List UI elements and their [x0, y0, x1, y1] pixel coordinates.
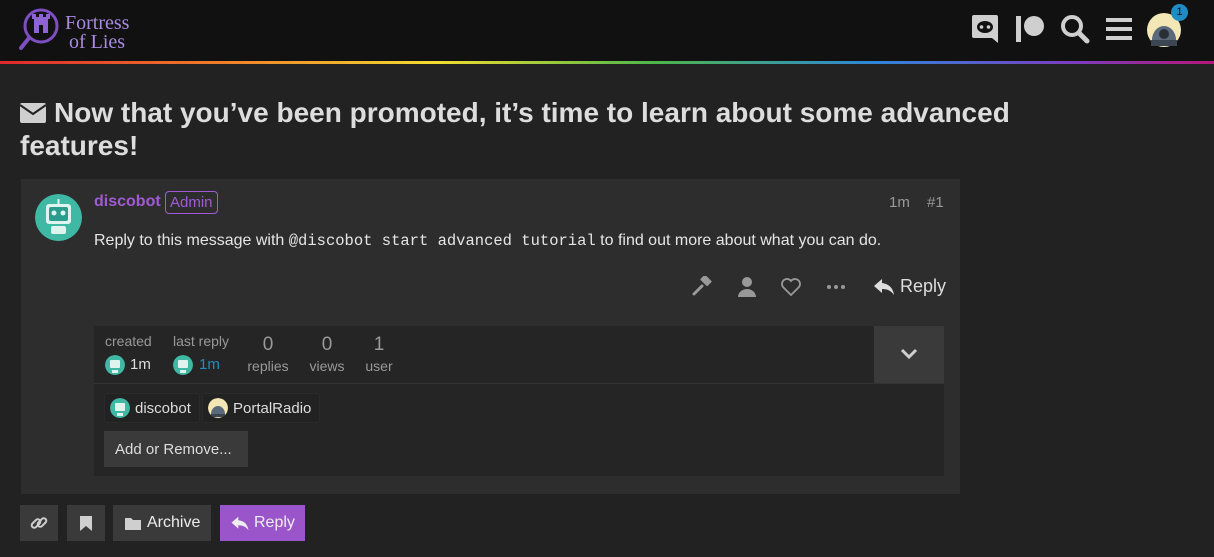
last-reply-avatar [173, 355, 193, 375]
header-rainbow-bar [0, 61, 1214, 64]
post-body-code: @discobot start advanced tutorial [288, 232, 596, 250]
envelope-icon [20, 103, 46, 123]
user-icon[interactable] [736, 276, 758, 298]
participant-portalradio[interactable]: PortalRadio [202, 393, 320, 423]
post-number[interactable]: #1 [927, 194, 944, 211]
add-remove-label: Add or Remove... [115, 441, 232, 458]
notification-badge[interactable]: 1 [1171, 4, 1188, 21]
archive-label: Archive [147, 514, 201, 531]
topic-map: created 1m last reply 1m 0 replies 0 vie… [94, 326, 944, 476]
topic-title: Now that you’ve been promoted, it’s time… [20, 96, 1030, 162]
last-reply-value[interactable]: 1m [199, 356, 220, 373]
more-options-icon[interactable] [825, 276, 847, 298]
topic-reply-button[interactable]: Reply [220, 505, 305, 541]
post: discobot Admin 1m #1 Reply to this messa… [21, 179, 960, 494]
views-count: 0 [321, 334, 333, 355]
site-header: Fortress of Lies 1 [0, 0, 1214, 61]
users-count: 1 [373, 334, 385, 355]
post-body: Reply to this message with @discobot sta… [94, 232, 881, 250]
share-link-button[interactable] [20, 505, 58, 541]
post-body-text-2: to find out more about what you can do. [595, 232, 882, 249]
post-reply-label: Reply [900, 276, 947, 296]
discobot-avatar[interactable] [35, 194, 82, 241]
chevron-down-icon [900, 348, 918, 360]
patreon-icon[interactable] [1015, 14, 1045, 44]
logo-text[interactable]: Fortress of Lies [65, 13, 155, 53]
replies-count: 0 [262, 334, 274, 355]
topic-map-summary[interactable]: created 1m last reply 1m 0 replies 0 vie… [94, 326, 874, 383]
archive-button[interactable]: Archive [113, 505, 211, 541]
discord-icon[interactable] [971, 14, 1001, 44]
admin-badge: Admin [165, 191, 218, 214]
reply-arrow-icon [230, 515, 250, 532]
post-body-text-1: Reply to this message with [94, 232, 289, 249]
topic-reply-label: Reply [254, 514, 295, 531]
bookmark-icon [79, 515, 93, 532]
views-label: views [309, 358, 345, 374]
add-remove-button[interactable]: Add or Remove... [104, 431, 248, 467]
search-icon[interactable] [1060, 14, 1090, 44]
folder-icon [124, 516, 142, 531]
topic-title-text: Now that you’ve been promoted, it’s time… [20, 97, 1010, 161]
participant-avatar [110, 398, 130, 418]
last-reply-label: last reply [173, 333, 230, 349]
participant-avatar [208, 398, 228, 418]
hamburger-menu-icon[interactable] [1105, 14, 1135, 44]
heart-icon[interactable] [780, 276, 802, 298]
created-avatar [105, 355, 125, 375]
created-label: created [105, 333, 152, 349]
wrench-icon[interactable] [691, 276, 713, 298]
participant-discobot[interactable]: discobot [104, 393, 200, 423]
link-icon [30, 514, 48, 532]
bookmark-button[interactable] [67, 505, 105, 541]
users-label: user [365, 358, 393, 374]
post-time[interactable]: 1m [889, 194, 910, 211]
created-value: 1m [130, 356, 151, 373]
post-username[interactable]: discobot [94, 193, 161, 211]
expand-topic-map-button[interactable] [874, 326, 944, 383]
topic-map-divider [94, 383, 944, 384]
participant-name: PortalRadio [233, 400, 312, 417]
reply-arrow-icon [873, 277, 895, 297]
participant-name: discobot [135, 400, 191, 417]
logo-line-2: of Lies [69, 31, 126, 53]
replies-label: replies [247, 358, 289, 374]
